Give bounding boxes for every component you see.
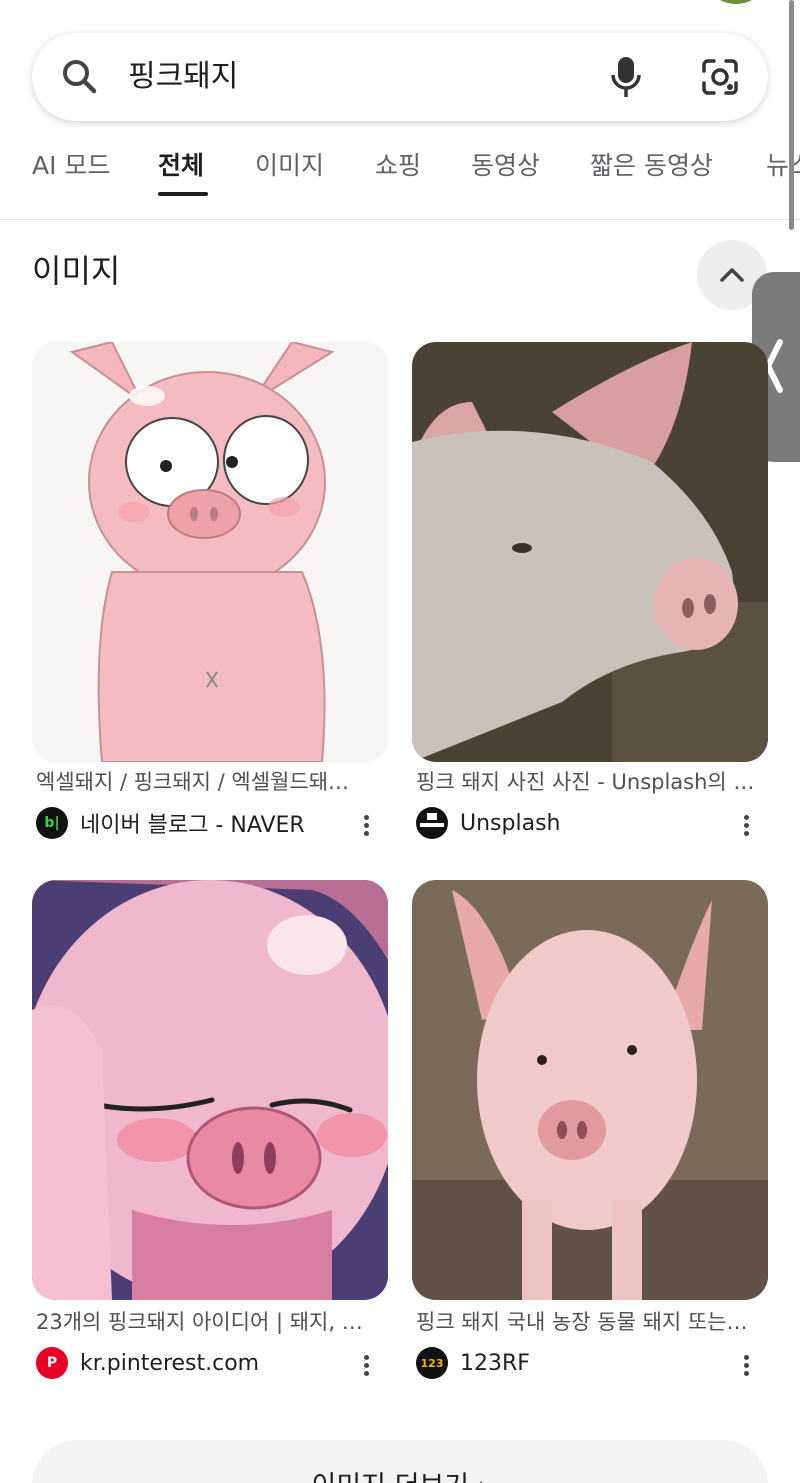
source-name: Unsplash	[460, 810, 561, 836]
more-options-icon[interactable]	[740, 812, 752, 842]
naver-blog-logo-icon: b|	[36, 807, 68, 839]
source-name: kr.pinterest.com	[80, 1350, 260, 1376]
more-options-icon[interactable]	[360, 1352, 372, 1382]
image-result-4[interactable]	[412, 880, 768, 1300]
tab-videos[interactable]: 동영상	[471, 150, 540, 182]
scrollbar[interactable]	[789, 0, 794, 230]
tab-news[interactable]: 뉴스	[766, 150, 800, 182]
pinterest-logo-icon: P	[36, 1347, 68, 1379]
more-options-icon[interactable]	[360, 812, 372, 842]
search-input[interactable]: 핑크돼지	[128, 55, 238, 99]
image-caption[interactable]: 핑크 돼지 사진 사진 - Unsplash의 …	[416, 768, 766, 796]
piglet-photo-image	[412, 880, 768, 1300]
unsplash-logo-icon	[416, 807, 448, 839]
image-source[interactable]: P kr.pinterest.com	[36, 1346, 259, 1380]
123rf-logo-icon: 123	[416, 1347, 448, 1379]
more-options-icon[interactable]	[740, 1352, 752, 1382]
image-caption[interactable]: 23개의 핑크돼지 아이디어 | 돼지, …	[36, 1308, 386, 1336]
cartoon-pig-image	[32, 342, 388, 762]
source-name: 123RF	[460, 1350, 530, 1376]
search-tabs: AI 모드 전체 이미지 쇼핑 동영상 짧은 동영상 뉴스	[0, 140, 800, 220]
active-tab-indicator	[158, 192, 208, 196]
image-result-2[interactable]	[412, 342, 768, 762]
pig-photo-image	[412, 342, 768, 762]
images-section-title: 이미지	[32, 252, 121, 290]
google-lens-icon[interactable]	[698, 55, 742, 99]
tab-shopping[interactable]: 쇼핑	[375, 150, 421, 182]
tab-all[interactable]: 전체	[158, 150, 204, 182]
tab-images[interactable]: 이미지	[255, 150, 324, 182]
image-source[interactable]: 123 123RF	[416, 1346, 530, 1380]
tab-short-videos[interactable]: 짧은 동영상	[590, 150, 713, 182]
more-images-button[interactable]: 이미지 더보기 ›	[32, 1440, 768, 1483]
image-result-3[interactable]	[32, 880, 388, 1300]
image-result-1[interactable]	[32, 342, 388, 762]
image-caption[interactable]: 핑크 돼지 국내 농장 동물 돼지 또는…	[416, 1308, 766, 1336]
search-icon[interactable]	[58, 55, 102, 99]
image-source[interactable]: Unsplash	[416, 806, 560, 840]
anime-pig-image	[32, 880, 388, 1300]
image-caption[interactable]: 엑셀돼지 / 핑크돼지 / 엑셀월드돼…	[36, 768, 386, 796]
source-name: 네이버 블로그 - NAVER	[80, 813, 305, 838]
chevron-right-icon: ›	[478, 1471, 489, 1483]
image-source[interactable]: b| 네이버 블로그 - NAVER	[36, 806, 305, 840]
tab-ai-mode[interactable]: AI 모드	[32, 150, 110, 182]
microphone-icon[interactable]	[606, 53, 646, 101]
status-area	[0, 0, 800, 10]
search-bar[interactable]: 핑크돼지	[32, 33, 768, 121]
more-images-label: 이미지 더보기 ›	[32, 1464, 768, 1483]
